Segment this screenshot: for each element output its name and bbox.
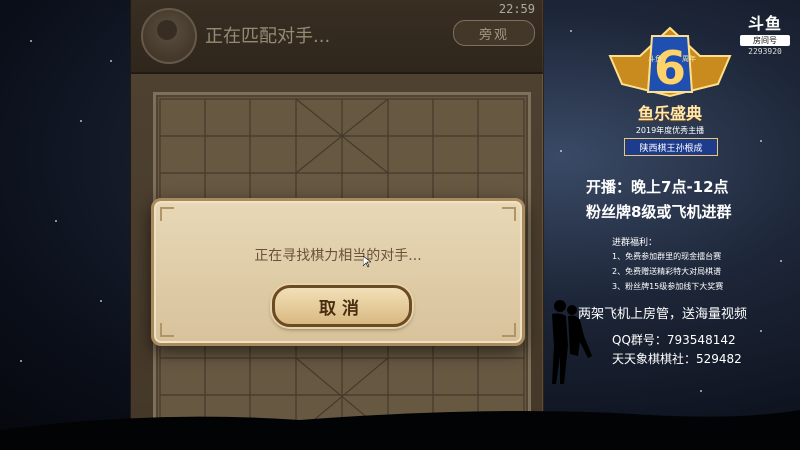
dialog-corner-ornament bbox=[160, 207, 174, 221]
perk-item: 1、免费参加群里的现金擂台赛 bbox=[612, 252, 722, 261]
hill-silhouette bbox=[0, 410, 800, 450]
room-id: 2293920 bbox=[748, 47, 782, 56]
slogan-text: 两架飞机上房管，送海量视频 bbox=[578, 307, 748, 322]
stream-logo: 斗鱼 房间号 2293920 bbox=[740, 10, 790, 56]
streamer-name: 陕西棋王孙根成 bbox=[624, 138, 718, 156]
schedule-text: 开播：晚上7点-12点 bbox=[586, 178, 729, 196]
chess-club-text: 天天象棋棋社：529482 bbox=[612, 352, 742, 366]
room-label: 房间号 bbox=[740, 35, 790, 46]
badge-title: 鱼乐盛典 bbox=[637, 104, 702, 123]
brand-logo: 斗鱼 bbox=[747, 14, 782, 33]
badge-number: 6 bbox=[654, 41, 686, 95]
dialog-corner-ornament bbox=[502, 323, 516, 337]
dialog-message: 正在寻找棋力相当的对手... bbox=[254, 248, 422, 264]
perks-title: 进群福利： bbox=[612, 238, 658, 248]
badge-right-text: 周年 bbox=[682, 55, 696, 63]
matching-dialog: 正在寻找棋力相当的对手... 取消 bbox=[151, 198, 525, 346]
couple-silhouette-icon bbox=[552, 300, 592, 384]
perk-item: 2、免费赠送精彩特大对局棋谱 bbox=[612, 267, 722, 276]
badge-left-text: 斗鱼 bbox=[648, 55, 662, 63]
cancel-button[interactable]: 取消 bbox=[272, 285, 412, 327]
badge-year: 2019年度优秀主播 bbox=[635, 126, 705, 135]
dialog-corner-ornament bbox=[160, 323, 174, 337]
anniversary-badge: 6 斗鱼 周年 鱼乐盛典 2019年度优秀主播 陕西棋王孙根成 bbox=[600, 26, 740, 162]
group-requirement-text: 粉丝牌8级或飞机进群 bbox=[586, 203, 732, 221]
dialog-corner-ornament bbox=[502, 207, 516, 221]
mouse-cursor-icon bbox=[363, 256, 371, 268]
perk-item: 3、粉丝牌15级参加线下大奖赛 bbox=[612, 282, 724, 291]
qq-group-text: QQ群号：793548142 bbox=[612, 333, 736, 347]
